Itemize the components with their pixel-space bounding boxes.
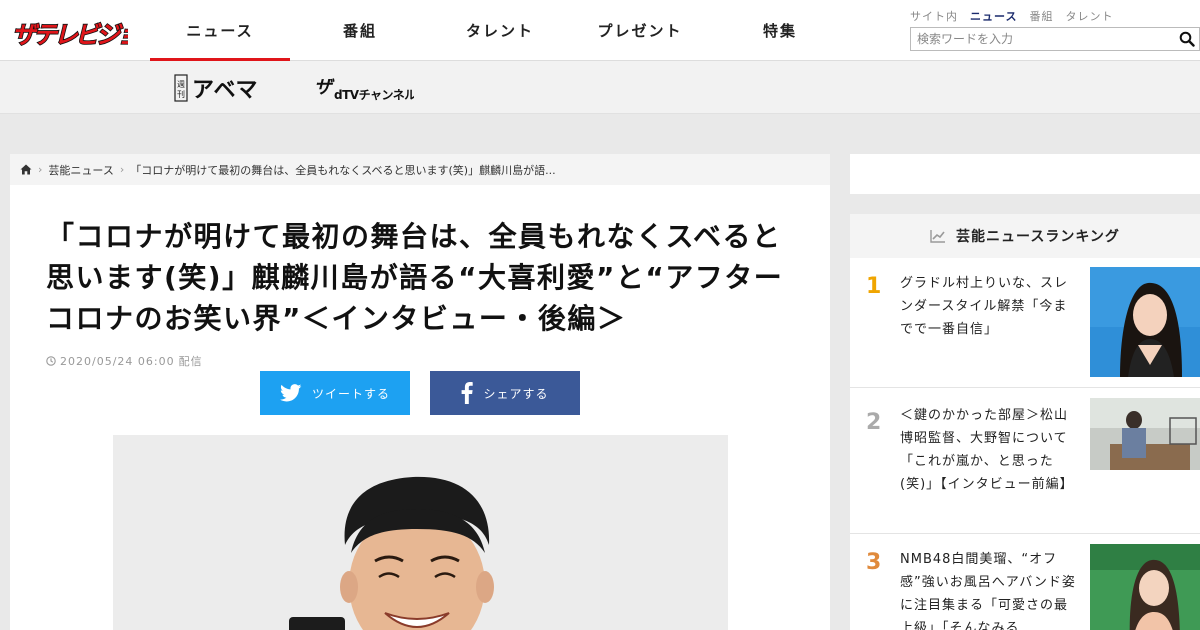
rank-headline: ＜鍵のかかった部屋＞松山博昭監督、大野智について「これが嵐か、と思った(笑)」【… — [900, 408, 1074, 492]
breadcrumb: › 芸能ニュース › 「コロナが明けて最初の舞台は、全員もれなくスベると思います… — [10, 154, 830, 185]
search-icon[interactable] — [1179, 31, 1195, 47]
nav-label: ニュース — [186, 21, 254, 40]
ranking-header: 芸能ニュースランキング — [850, 214, 1200, 258]
search-tab-talent[interactable]: タレント — [1065, 8, 1113, 24]
nav-label: プレゼント — [597, 21, 683, 40]
search-input[interactable] — [911, 28, 1171, 50]
rank-thumbnail — [1090, 544, 1200, 630]
main-nav: ニュース 番組 タレント プレゼント 特集 — [150, 0, 850, 61]
search-tab-site[interactable]: サイト内 — [910, 8, 958, 24]
abema-small-1: 週 — [177, 80, 185, 89]
facebook-share-button[interactable]: シェアする — [430, 371, 580, 415]
facebook-icon — [462, 382, 474, 404]
ranking-item[interactable]: 2 ＜鍵のかかった部屋＞松山博昭監督、大野智について「これが嵐か、と思った(笑)… — [850, 388, 1200, 534]
nav-talent[interactable]: タレント — [430, 0, 570, 60]
facebook-share-label: シェアする — [483, 386, 549, 401]
nav-label: 番組 — [342, 21, 377, 40]
search-scope-tabs: サイト内 ニュース 番組 タレント — [910, 8, 1113, 24]
ranking-panel: 芸能ニュースランキング 1 グラドル村上りいな、スレンダースタイル解禁「今までで… — [850, 214, 1200, 630]
rank-number: 2 — [866, 410, 882, 435]
clock-icon — [46, 356, 56, 366]
breadcrumb-category[interactable]: 芸能ニュース — [48, 162, 113, 178]
nav-label: タレント — [465, 21, 534, 40]
nav-programs[interactable]: 番組 — [290, 0, 430, 60]
article-title: 「コロナが明けて最初の舞台は、全員もれなくスベると思います(笑)」麒麟川島が語る… — [46, 220, 784, 335]
search-tab-news[interactable]: ニュース — [970, 8, 1017, 24]
ranking-title: 芸能ニュースランキング — [956, 229, 1120, 245]
article-main-photo — [113, 435, 728, 630]
rank-thumbnail-photo — [1090, 544, 1200, 630]
nav-present[interactable]: プレゼント — [570, 0, 710, 60]
site-header: ザテレビジョン ニュース 番組 タレント プレゼント 特集 サイト内 ニュース … — [0, 0, 1200, 61]
abema-small-2: 刊 — [177, 90, 185, 99]
abema-text: アベマ — [192, 78, 258, 103]
ranking-item[interactable]: 1 グラドル村上りいな、スレンダースタイル解禁「今までで一番自信」 — [850, 258, 1200, 388]
site-logo-mark: ザテレビジョン — [11, 20, 168, 50]
dtv-channel-link[interactable]: ザ dTVチャンネル — [314, 69, 414, 105]
article: › 芸能ニュース › 「コロナが明けて最初の舞台は、全員もれなくスベると思います… — [10, 154, 830, 630]
breadcrumb-separator: › — [38, 163, 43, 176]
breadcrumb-separator: › — [119, 163, 125, 176]
nav-news[interactable]: ニュース — [150, 0, 290, 61]
breadcrumb-current: 「コロナが明けて最初の舞台は、全員もれなくスベると思います(笑)」麒麟川島が語.… — [130, 163, 556, 177]
publish-suffix: 配信 — [178, 355, 203, 368]
rank-number: 3 — [866, 550, 882, 575]
svg-text:ザテレビジョン: ザテレビジョン — [12, 21, 128, 49]
rank-thumbnail-photo — [1090, 267, 1200, 377]
nav-label: 特集 — [762, 21, 797, 40]
line-chart-icon — [930, 230, 946, 243]
dtv-channel-logo: ザ dTVチャンネル — [314, 77, 414, 102]
twitter-icon — [279, 384, 302, 402]
abema-link[interactable]: 週 刊 アベマ — [174, 69, 274, 105]
nav-feature[interactable]: 特集 — [710, 0, 850, 60]
home-icon[interactable] — [20, 164, 32, 175]
rank-thumbnail — [1090, 267, 1200, 377]
tweet-label: ツイートする — [311, 386, 390, 401]
rank-headline: NMB48白間美瑠、“オフ感”強いお風呂へアバンド姿に注目集まる「可愛さの最上級… — [900, 552, 1076, 630]
search-box — [910, 27, 1200, 51]
ranking-item[interactable]: 3 NMB48白間美瑠、“オフ感”強いお風呂へアバンド姿に注目集まる「可愛さの最… — [850, 534, 1200, 630]
rank-number: 1 — [866, 274, 882, 299]
person-photo — [113, 435, 728, 630]
rank-headline: グラドル村上りいな、スレンダースタイル解禁「今までで一番自信」 — [900, 276, 1069, 337]
dtv-za: ザ — [314, 77, 335, 98]
search-tab-programs[interactable]: 番組 — [1029, 8, 1053, 24]
publish-datetime: 2020/05/24 06:00 — [60, 354, 175, 368]
tweet-button[interactable]: ツイートする — [260, 371, 410, 415]
rank-thumbnail-photo — [1090, 398, 1200, 470]
abema-logo: 週 刊 アベマ — [174, 74, 258, 103]
dtv-text: dTVチャンネル — [334, 88, 414, 102]
article-meta: 2020/05/24 06:00 配信 — [46, 353, 203, 369]
partner-bar: 週 刊 アベマ ザ dTVチャンネル — [0, 61, 1200, 114]
site-logo[interactable]: ザテレビジョン — [10, 10, 168, 52]
sidebar-ad-slot — [850, 154, 1200, 194]
rank-thumbnail — [1090, 398, 1200, 470]
